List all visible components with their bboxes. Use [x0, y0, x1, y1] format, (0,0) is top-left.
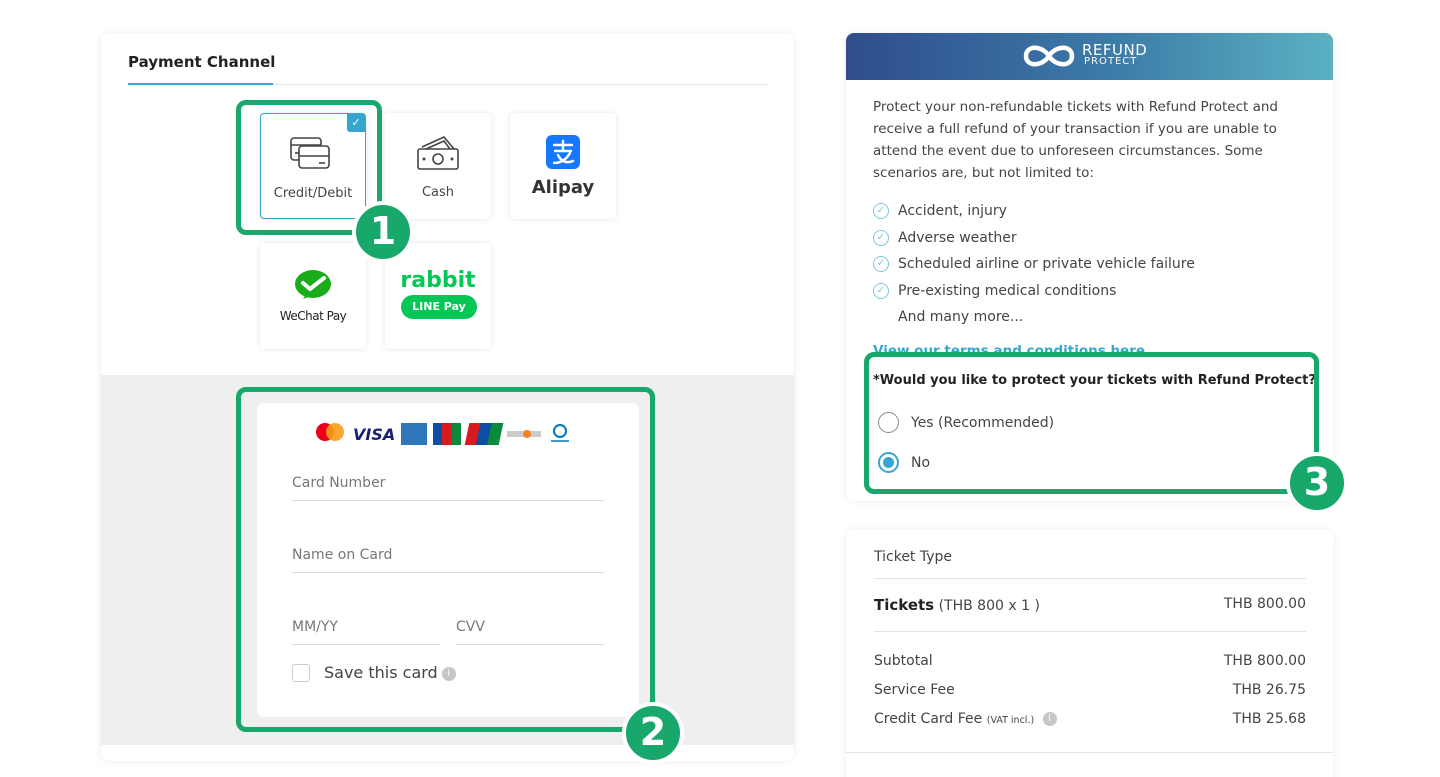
- order-summary-card: Ticket Type Tickets (THB 800 x 1 ) THB 8…: [846, 529, 1333, 777]
- expiry-field[interactable]: MM/YY: [292, 619, 440, 645]
- save-card-checkbox[interactable]: [292, 663, 310, 682]
- radio-option-no[interactable]: No: [878, 452, 930, 473]
- list-item: ✓ Adverse weather: [873, 225, 1195, 252]
- terms-link[interactable]: View our terms and conditions here: [873, 343, 1145, 355]
- refund-protect-card: REFUND PROTECT Protect your non-refundab…: [846, 33, 1333, 501]
- card-form-area: VISA Card Number Name on Card MM/YY CVV …: [101, 375, 794, 745]
- save-card-row: Save this card i: [292, 663, 456, 682]
- list-item: And many more...: [898, 309, 1024, 326]
- cvv-field[interactable]: CVV: [456, 619, 604, 645]
- alipay-logo: [510, 135, 616, 169]
- jcb-icon: [433, 423, 462, 445]
- unionpay-icon: [464, 423, 504, 445]
- service-fee-row: Service Fee THB 26.75: [874, 682, 1306, 698]
- discover-icon: [507, 423, 542, 445]
- payment-option-label: Alipay: [531, 177, 595, 198]
- check-circle-icon: ✓: [873, 203, 889, 220]
- divider: [846, 752, 1333, 753]
- credit-card-fee-row: Credit Card Fee (VAT incl.) i THB 25.68: [874, 711, 1306, 727]
- payment-option-rabbit-line-pay[interactable]: rabbit LINE Pay: [385, 243, 491, 349]
- payment-channel-card: Payment Channel ✓ Credit/Debit Cash Alip…: [101, 33, 794, 761]
- list-item: ✓ Scheduled airline or private vehicle fa…: [873, 251, 1195, 278]
- wechat-pay-logo: [260, 269, 366, 303]
- payment-channel-title: Payment Channel: [128, 53, 276, 71]
- info-icon[interactable]: i: [1042, 712, 1057, 726]
- name-on-card-field[interactable]: Name on Card: [292, 547, 604, 573]
- divider: [874, 578, 1306, 579]
- list-item: ✓ Accident, injury: [873, 198, 1195, 225]
- subtotal-row: Subtotal THB 800.00: [874, 653, 1306, 669]
- card-form: VISA Card Number Name on Card MM/YY CVV …: [257, 403, 639, 717]
- payment-option-label: WeChat Pay: [279, 309, 347, 323]
- step-badge-3: 3: [1286, 452, 1348, 514]
- step-badge-1: 1: [352, 201, 414, 263]
- cash-icon: [385, 133, 491, 173]
- visa-icon: VISA: [353, 424, 396, 444]
- rabbit-wordmark: rabbit: [400, 268, 476, 293]
- payment-option-cash[interactable]: Cash: [385, 113, 491, 219]
- payment-option-wechat-pay[interactable]: WeChat Pay: [260, 243, 366, 349]
- payment-option-label: Cash: [421, 185, 455, 200]
- card-brand-logos: VISA: [313, 421, 573, 447]
- list-item: ✓ Pre-existing medical conditions: [873, 278, 1195, 305]
- title-underline: [128, 83, 273, 85]
- line-pay-pill: LINE Pay: [401, 295, 477, 319]
- check-circle-icon: ✓: [873, 282, 889, 299]
- refund-protect-question: *Would you like to protect your tickets …: [873, 373, 1316, 388]
- credit-card-icon: [261, 134, 365, 174]
- radio-button-selected[interactable]: [878, 452, 899, 473]
- checkmark-icon: ✓: [347, 114, 365, 132]
- payment-option-alipay[interactable]: Alipay: [510, 113, 616, 219]
- refund-protect-description: Protect your non-refundable tickets with…: [873, 99, 1278, 181]
- step-badge-2: 2: [622, 702, 684, 764]
- info-icon[interactable]: i: [441, 666, 456, 681]
- radio-option-yes[interactable]: Yes (Recommended): [878, 412, 1054, 433]
- scenario-list: ✓ Accident, injury ✓ Adverse weather ✓ Sche…: [873, 198, 1195, 331]
- tickets-row: Tickets (THB 800 x 1 ) THB 800.00: [874, 596, 1306, 614]
- check-circle-icon: ✓: [873, 256, 889, 273]
- card-number-field[interactable]: Card Number: [292, 475, 604, 501]
- ticket-type-header: Ticket Type: [874, 549, 953, 565]
- amex-icon: [401, 423, 428, 445]
- refund-protect-logo: REFUND PROTECT: [1020, 41, 1147, 71]
- divider: [874, 631, 1306, 632]
- payment-option-label: Credit/Debit: [273, 186, 353, 201]
- radio-button[interactable]: [878, 412, 899, 433]
- save-card-label: Save this card i: [324, 663, 456, 682]
- infinity-icon: [1023, 45, 1075, 67]
- mastercard-icon: [313, 421, 347, 447]
- refund-protect-header: REFUND PROTECT: [846, 33, 1333, 80]
- diners-club-icon: [547, 423, 573, 445]
- payment-option-credit-debit[interactable]: ✓ Credit/Debit: [260, 113, 366, 219]
- check-circle-icon: ✓: [873, 229, 889, 246]
